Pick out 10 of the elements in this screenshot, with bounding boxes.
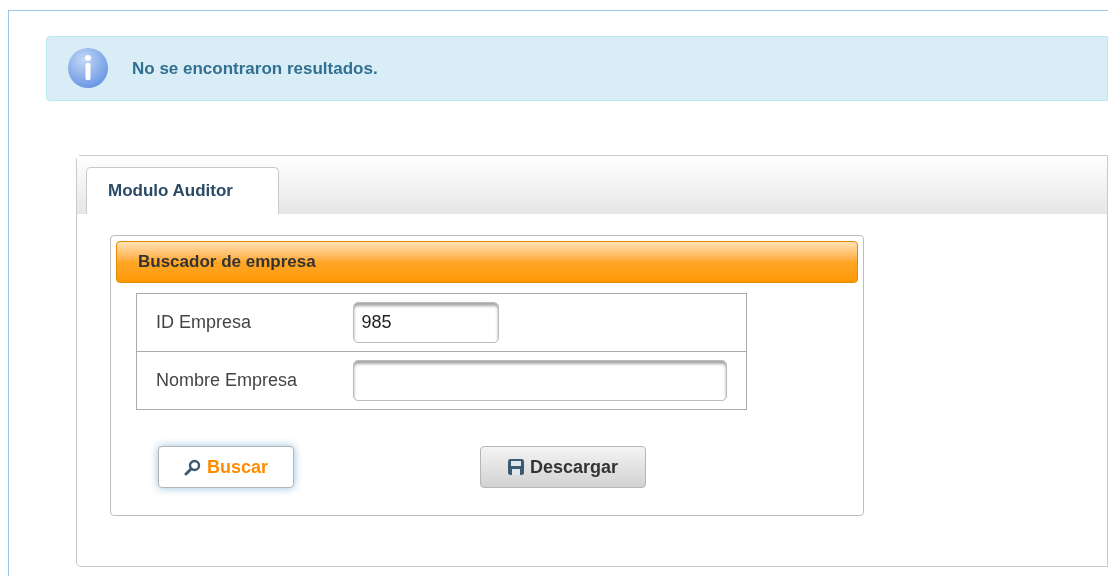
field-label: ID Empresa (156, 312, 252, 332)
text-field[interactable]: 985 (352, 302, 499, 343)
download-button[interactable]: Descargar (480, 446, 646, 488)
field-label: Nombre Empresa (156, 370, 298, 390)
text-field[interactable] (352, 360, 727, 401)
alert-message: No se encontraron resultados. (132, 57, 378, 80)
info-icon (66, 46, 110, 91)
search-icon (184, 458, 201, 476)
tab[interactable]: Modulo Auditor (86, 167, 279, 214)
panel-header: Buscador de empresa (116, 241, 858, 283)
